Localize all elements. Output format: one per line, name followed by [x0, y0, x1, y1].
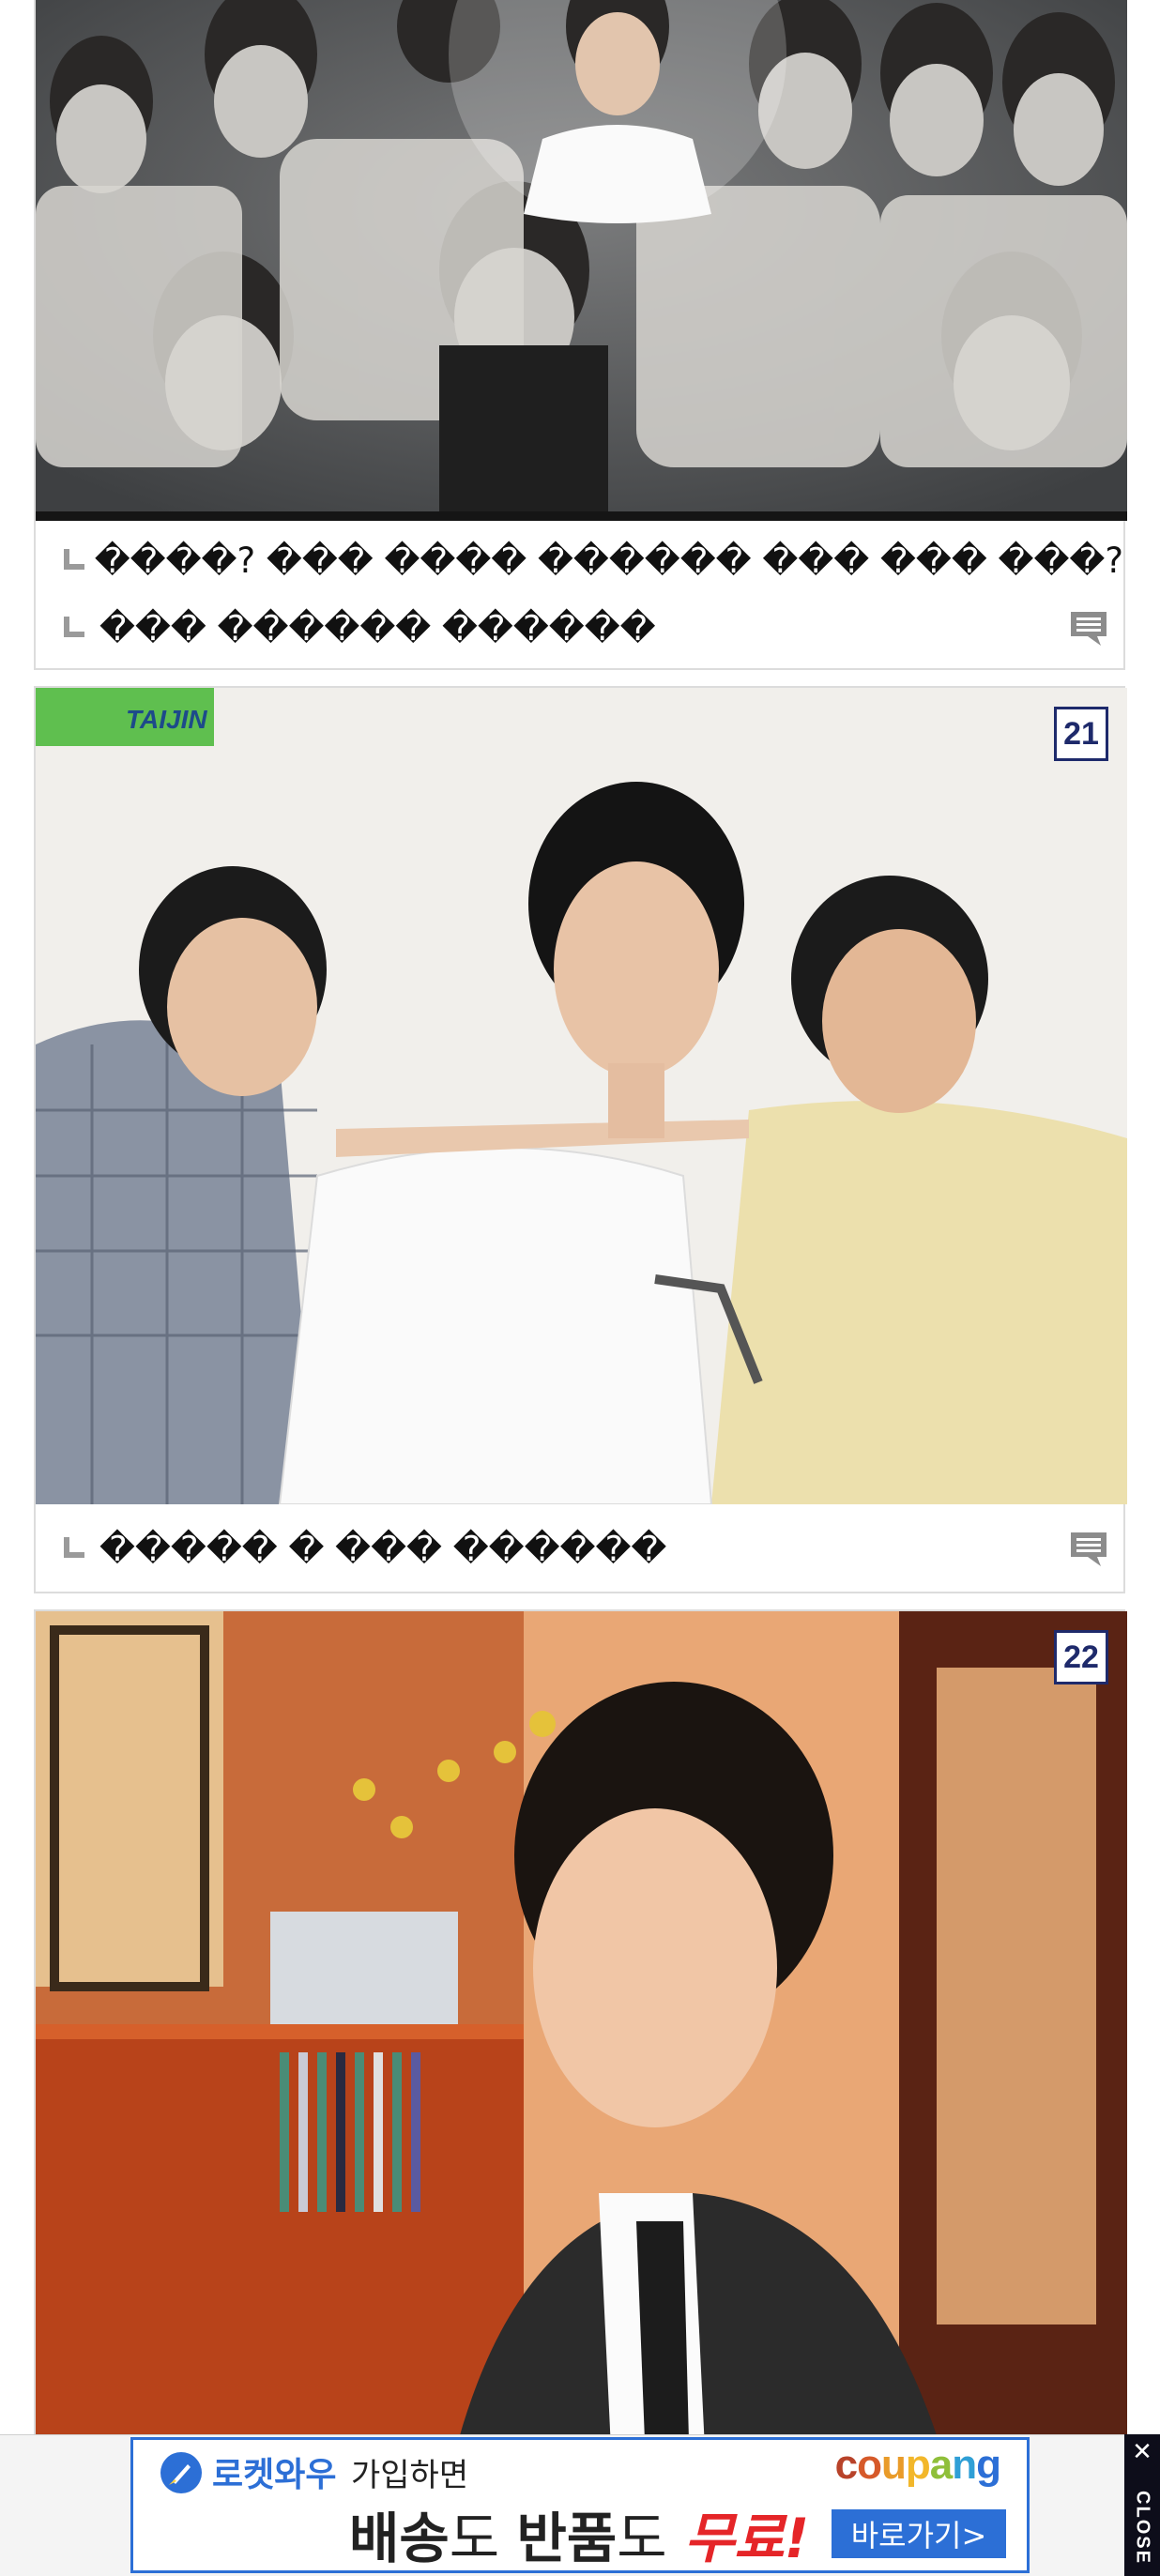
photo-card: ����? ��� ���� ������ ��� ��� ���? ��� �… [34, 0, 1127, 670]
rocket-icon [160, 2452, 202, 2493]
comment-row[interactable]: ��� ������ ������ [36, 594, 1123, 662]
article-page: ����? ��� ���� ������ ��� ��� ���? ��� �… [0, 0, 1160, 2576]
office-photo [36, 1611, 1127, 2576]
reply-arrow-icon [60, 1535, 86, 1562]
comment-text: ��� ������ ������ [99, 607, 656, 648]
comment-icon[interactable] [1069, 1529, 1108, 1568]
group-photo [36, 0, 1127, 521]
photo-card: 22 [34, 1609, 1127, 2576]
photo-number-badge: 21 [1054, 707, 1108, 761]
go-now-button[interactable]: 바로가기> [832, 2509, 1006, 2558]
join-label: 가입하면 [351, 2457, 469, 2494]
comment-text: ����� � ��� ������ [99, 1528, 667, 1569]
comment-row[interactable]: ����� � ��� ������ [36, 1509, 1123, 1588]
close-ad-button[interactable]: ✕ CLOSE [1124, 2434, 1160, 2576]
coupang-brand: coupang [834, 2442, 1001, 2488]
photo-image[interactable]: TAIJIN 21 [36, 688, 1127, 1504]
watermark-logo: TAIJIN [126, 705, 207, 734]
reply-arrow-icon [60, 547, 84, 573]
comment-text: ����? ��� ���� ������ ��� ��� ���? [94, 540, 1123, 581]
rocket-wow-label: 로켓와우 [212, 2456, 337, 2494]
photo-image[interactable] [36, 0, 1127, 521]
bottom-ad-bar: 로켓와우 가입하면 coupang 배송도 반품도 무료! 바로가기> [0, 2434, 1160, 2576]
comment-row[interactable]: ����? ��� ���� ������ ��� ��� ���? [36, 526, 1123, 594]
comment-icon[interactable] [1069, 608, 1108, 648]
coupang-ad-banner[interactable]: 로켓와우 가입하면 coupang 배송도 반품도 무료! 바로가기> [130, 2437, 1030, 2573]
close-label: CLOSE [1132, 2491, 1153, 2565]
ad-headline: 배송도 반품도 무료! [349, 2507, 810, 2570]
friends-photo [36, 688, 1127, 1504]
photo-card: TAIJIN 21 ����� � ��� ������ [34, 686, 1127, 1593]
photo-number-badge: 22 [1054, 1630, 1108, 1684]
photo-image[interactable]: 22 [36, 1611, 1127, 2576]
reply-arrow-icon [60, 615, 86, 641]
close-icon[interactable]: ✕ [1130, 2440, 1154, 2464]
